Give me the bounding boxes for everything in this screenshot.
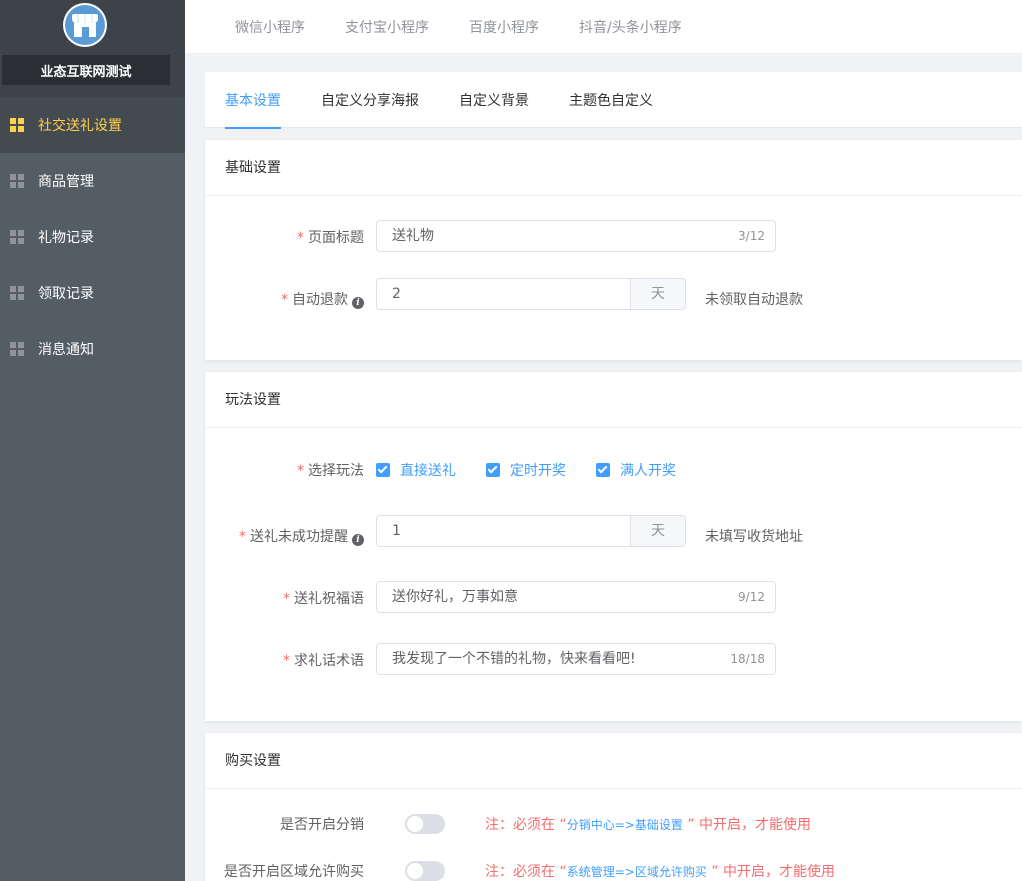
check-icon xyxy=(596,463,610,477)
sidebar-item-notifications[interactable]: 消息通知 xyxy=(0,321,185,377)
sidebar-item-label: 商品管理 xyxy=(38,174,94,190)
tab-douyin[interactable]: 抖音/头条小程序 xyxy=(579,17,682,37)
sidebar-item-gift-records[interactable]: 礼物记录 xyxy=(0,209,185,265)
field-hint: 未填写收货地址 xyxy=(705,529,803,545)
sidebar-item-claim-records[interactable]: 领取记录 xyxy=(0,265,185,321)
sidebar-item-products[interactable]: 商品管理 xyxy=(0,153,185,209)
region-settings-link[interactable]: 系统管理=>区域允许购买 xyxy=(567,865,707,879)
shop-icon xyxy=(63,3,107,47)
play-settings-card: 玩法设置 * 选择玩法 直接送礼 定时开奖 满人开奖 * 送礼未成功提醒 i 1 天 … xyxy=(205,372,1022,721)
tab-share-poster[interactable]: 自定义分享海报 xyxy=(321,72,419,128)
play-mode-options: 直接送礼 定时开奖 满人开奖 xyxy=(376,460,706,480)
field-label: * 自动退款 i xyxy=(281,289,364,309)
char-count: 18/18 xyxy=(730,652,765,666)
buy-settings-card: 购买设置 是否开启分销 注：必须在 “分销中心=>基础设置 ” 中开启，才能使用… xyxy=(205,733,1022,881)
sidebar-item-gift-settings[interactable]: 社交送礼设置 xyxy=(0,97,185,153)
tab-theme-color[interactable]: 主题色自定义 xyxy=(569,72,653,128)
grid-icon xyxy=(10,174,24,188)
info-icon[interactable]: i xyxy=(352,297,364,309)
distribution-note: 注：必须在 “分销中心=>基础设置 ” 中开启，才能使用 xyxy=(485,817,811,833)
platform-tabs: 微信小程序 支付宝小程序 百度小程序 抖音/头条小程序 xyxy=(185,0,1022,53)
unit-label: 天 xyxy=(630,279,685,309)
logo-area: 业态互联网测试 xyxy=(0,0,185,97)
card-title: 基础设置 xyxy=(205,140,1022,196)
check-icon xyxy=(376,463,390,477)
ask-input[interactable]: 我发现了一个不错的礼物，快来看看吧! 18/18 xyxy=(376,643,776,675)
sidebar-item-label: 消息通知 xyxy=(38,342,94,358)
grid-icon xyxy=(10,342,24,356)
unit-label: 天 xyxy=(630,516,685,546)
remind-input[interactable]: 1 天 xyxy=(376,515,686,547)
tab-background[interactable]: 自定义背景 xyxy=(459,72,529,128)
field-hint: 未领取自动退款 xyxy=(705,292,803,308)
settings-tabs: 基本设置 自定义分享海报 自定义背景 主题色自定义 xyxy=(205,72,1022,129)
card-title: 玩法设置 xyxy=(205,372,1022,428)
field-label: * 选择玩法 xyxy=(297,463,364,479)
grid-icon xyxy=(10,118,24,132)
blessing-input[interactable]: 送你好礼，万事如意 9/12 xyxy=(376,581,776,613)
tab-alipay[interactable]: 支付宝小程序 xyxy=(345,17,429,37)
card-title: 购买设置 xyxy=(205,733,1022,789)
field-label: * 送礼未成功提醒 i xyxy=(239,526,364,546)
region-note: 注：必须在 “系统管理=>区域允许购买 ” 中开启，才能使用 xyxy=(485,864,835,880)
char-count: 9/12 xyxy=(738,590,765,604)
tab-wechat[interactable]: 微信小程序 xyxy=(235,17,305,37)
sidebar-item-label: 社交送礼设置 xyxy=(38,118,122,134)
field-label: 是否开启区域允许购买 xyxy=(224,864,364,880)
tab-baidu[interactable]: 百度小程序 xyxy=(469,17,539,37)
basic-settings-card: 基础设置 * 页面标题 送礼物 3/12 * 自动退款 i 2 天 未领取自动退款 xyxy=(205,140,1022,360)
grid-icon xyxy=(10,230,24,244)
brand-name: 业态互联网测试 xyxy=(2,55,170,85)
field-label: * 页面标题 xyxy=(297,230,364,246)
info-icon[interactable]: i xyxy=(352,534,364,546)
sidebar-item-label: 礼物记录 xyxy=(38,230,94,246)
auto-refund-input[interactable]: 2 天 xyxy=(376,278,686,310)
field-label: * 求礼话术语 xyxy=(283,653,364,669)
check-icon xyxy=(486,463,500,477)
distribution-toggle[interactable] xyxy=(405,814,445,834)
checkbox-timed-draw[interactable]: 定时开奖 xyxy=(486,460,566,480)
region-toggle[interactable] xyxy=(405,861,445,881)
char-count: 3/12 xyxy=(738,229,765,243)
distribution-settings-link[interactable]: 分销中心=>基础设置 xyxy=(567,818,683,832)
page-title-input[interactable]: 送礼物 3/12 xyxy=(376,220,776,252)
sidebar-item-label: 领取记录 xyxy=(38,286,94,302)
tab-basic-settings[interactable]: 基本设置 xyxy=(225,72,281,129)
grid-icon xyxy=(10,286,24,300)
checkbox-full-draw[interactable]: 满人开奖 xyxy=(596,460,676,480)
checkbox-direct-gift[interactable]: 直接送礼 xyxy=(376,460,456,480)
sidebar: 业态互联网测试 社交送礼设置 商品管理 礼物记录 领取记录 消息通知 xyxy=(0,0,185,881)
field-label: * 送礼祝福语 xyxy=(283,591,364,607)
field-label: 是否开启分销 xyxy=(280,817,364,833)
